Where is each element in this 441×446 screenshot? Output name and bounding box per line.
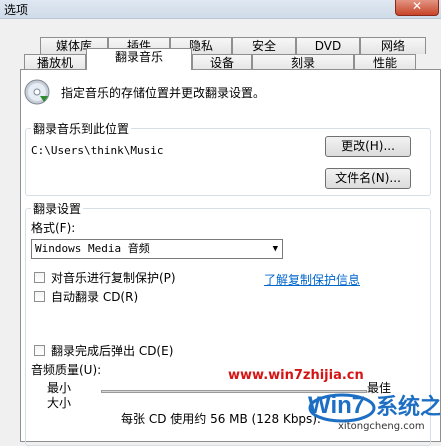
- svg-text:Win7: Win7: [308, 392, 365, 419]
- watermark-logo: Win7 系统之家: [308, 392, 440, 423]
- close-button[interactable]: ✕: [395, 0, 439, 16]
- title-bar: [0, 0, 441, 19]
- eject-checkbox[interactable]: [34, 345, 45, 356]
- window-title: 选项: [4, 3, 29, 17]
- rip-settings-title: 翻录设置: [31, 200, 84, 217]
- cd-rip-icon: [24, 79, 50, 105]
- auto-rip-checkbox[interactable]: [34, 291, 45, 302]
- rip-location-title: 翻录音乐到此位置: [31, 120, 132, 137]
- filename-button[interactable]: 文件名(N)...: [325, 168, 411, 189]
- tab-security[interactable]: 安全: [232, 37, 296, 54]
- copy-protect-checkbox[interactable]: [34, 272, 45, 283]
- dropdown-arrow-icon: ▼: [272, 244, 278, 254]
- tab-rip-music[interactable]: 翻录音乐: [86, 48, 192, 70]
- format-label: 格式(F):: [31, 221, 76, 235]
- tab-network[interactable]: 网络: [360, 37, 426, 54]
- format-select[interactable]: Windows Media 音频 ▼: [31, 239, 283, 259]
- eject-label: 翻录完成后弹出 CD(E): [51, 344, 174, 358]
- slider-size-label: 大小: [47, 396, 72, 410]
- copy-protect-label: 对音乐进行复制保护(P): [51, 271, 176, 285]
- rip-location-path: C:\Users\think\Music: [31, 144, 164, 157]
- learn-copy-protection-link[interactable]: 了解复制保护信息: [264, 271, 360, 288]
- svg-text:系统之家: 系统之家: [376, 394, 440, 419]
- page-description: 指定音乐的存储位置并更改翻录设置。: [61, 86, 266, 100]
- watermark-url: www.win7zhijia.cn: [228, 368, 364, 383]
- change-location-button[interactable]: 更改(H)...: [325, 136, 411, 157]
- usage-text: 每张 CD 使用约 56 MB (128 Kbps).: [121, 412, 321, 426]
- format-value: Windows Media 音频: [35, 242, 150, 255]
- auto-rip-label: 自动翻录 CD(R): [51, 290, 139, 304]
- tab-dvd[interactable]: DVD: [296, 37, 360, 54]
- watermark-domain: xitongcheng.com: [338, 421, 425, 432]
- audio-quality-label: 音频质量(U):: [31, 363, 102, 377]
